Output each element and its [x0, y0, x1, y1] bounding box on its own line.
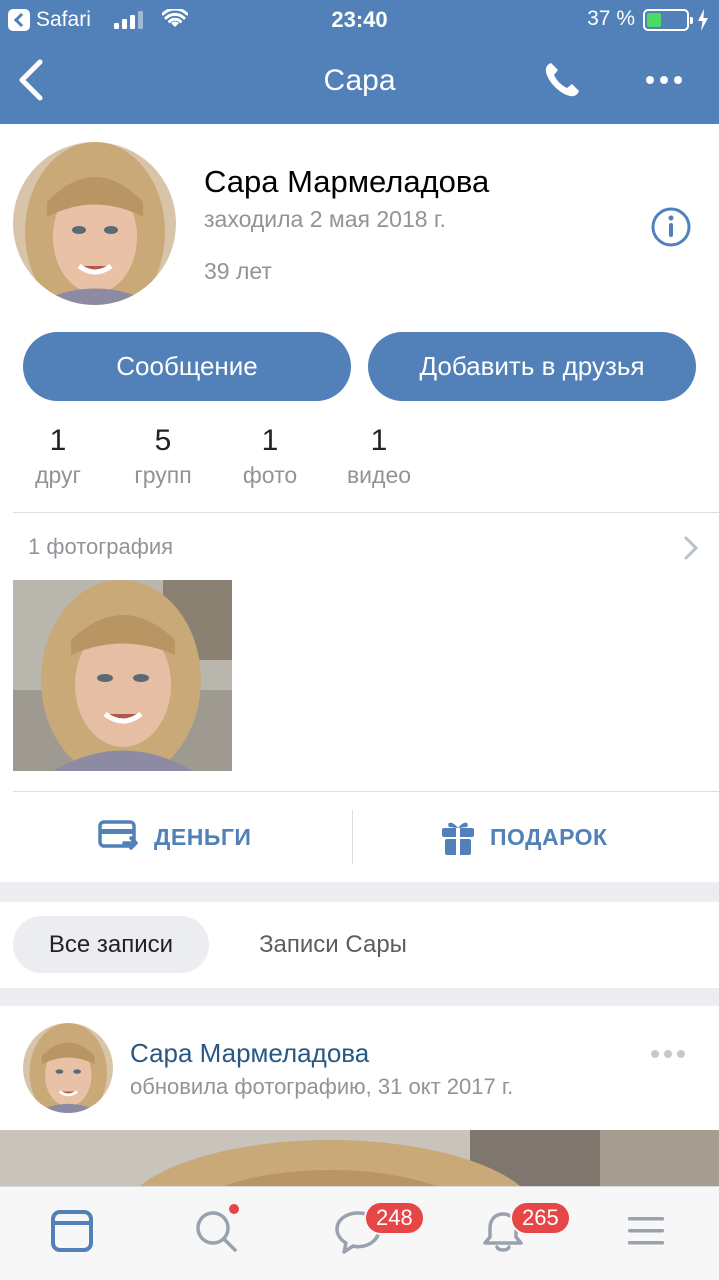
- money-card-icon: [98, 820, 138, 850]
- chevron-right-icon[interactable]: [684, 536, 698, 560]
- divider: [352, 810, 353, 864]
- counter-value: 5: [154, 424, 172, 457]
- notifications-badge: 265: [510, 1201, 571, 1235]
- photo-thumbnail[interactable]: [13, 580, 232, 771]
- search-icon[interactable]: [194, 1209, 238, 1253]
- photos-header[interactable]: 1 фотография: [28, 534, 173, 560]
- counter-label: групп: [134, 462, 192, 488]
- counter-value: 1: [261, 424, 279, 457]
- nav-bar: Сара: [0, 40, 719, 124]
- money-button[interactable]: ДЕНЬГИ: [98, 792, 251, 882]
- counter-value: 1: [49, 424, 67, 457]
- wall-tabs: Все записи Записи Сары: [0, 902, 719, 988]
- counter-photos[interactable]: 1 фото: [220, 424, 320, 489]
- counters: 1 друг 5 групп 1 фото 1 видео: [0, 424, 719, 494]
- bottom-tab-bar: 248 265: [0, 1186, 719, 1280]
- phone-icon[interactable]: [542, 60, 582, 100]
- add-friend-button[interactable]: Добавить в друзья: [368, 332, 696, 401]
- post-avatar[interactable]: [23, 1023, 113, 1113]
- battery-percent: 37 %: [587, 7, 635, 30]
- page-title: Сара: [323, 64, 396, 97]
- counter-friends[interactable]: 1 друг: [8, 424, 108, 489]
- actions-row: ДЕНЬГИ ПОДАРОК: [0, 792, 719, 882]
- menu-icon[interactable]: [626, 1209, 666, 1253]
- battery-icon: [643, 9, 693, 31]
- messages-badge: 248: [364, 1201, 425, 1235]
- profile-age: 39 лет: [204, 258, 272, 284]
- counter-label: друг: [35, 462, 81, 488]
- gift-label: ПОДАРОК: [490, 823, 608, 850]
- tab-all-posts[interactable]: Все записи: [13, 916, 209, 973]
- gift-icon: [442, 822, 474, 855]
- money-label: ДЕНЬГИ: [154, 823, 252, 850]
- post-more-icon[interactable]: [651, 1050, 685, 1058]
- info-icon[interactable]: [650, 206, 692, 248]
- top-bar: Safari 23:40 37 % Сара: [0, 0, 719, 124]
- counter-value: 1: [370, 424, 388, 457]
- tab-own-posts[interactable]: Записи Сары: [228, 916, 438, 973]
- counter-groups[interactable]: 5 групп: [113, 424, 213, 489]
- counter-videos[interactable]: 1 видео: [329, 424, 429, 489]
- counter-label: фото: [242, 462, 298, 488]
- counter-label: видео: [346, 462, 412, 488]
- post-meta: обновила фотографию, 31 окт 2017 г.: [130, 1074, 514, 1099]
- wall-post: Сара Мармеладова обновила фотографию, 31…: [0, 1006, 719, 1196]
- search-notification-dot: [229, 1204, 239, 1214]
- message-button[interactable]: Сообщение: [23, 332, 351, 401]
- more-icon[interactable]: [646, 76, 682, 84]
- news-feed-icon[interactable]: [50, 1209, 94, 1253]
- profile-name: Сара Мармеладова: [204, 164, 490, 199]
- last-seen: заходила 2 мая 2018 г.: [204, 206, 446, 232]
- profile-avatar[interactable]: [13, 142, 176, 305]
- status-bar: Safari 23:40 37 %: [0, 0, 719, 40]
- gift-button[interactable]: ПОДАРОК: [440, 792, 608, 882]
- profile-card: Сара Мармеладова заходила 2 мая 2018 г. …: [0, 124, 719, 882]
- post-author[interactable]: Сара Мармеладова: [130, 1038, 369, 1069]
- charging-icon: [698, 9, 708, 31]
- divider: [13, 512, 719, 513]
